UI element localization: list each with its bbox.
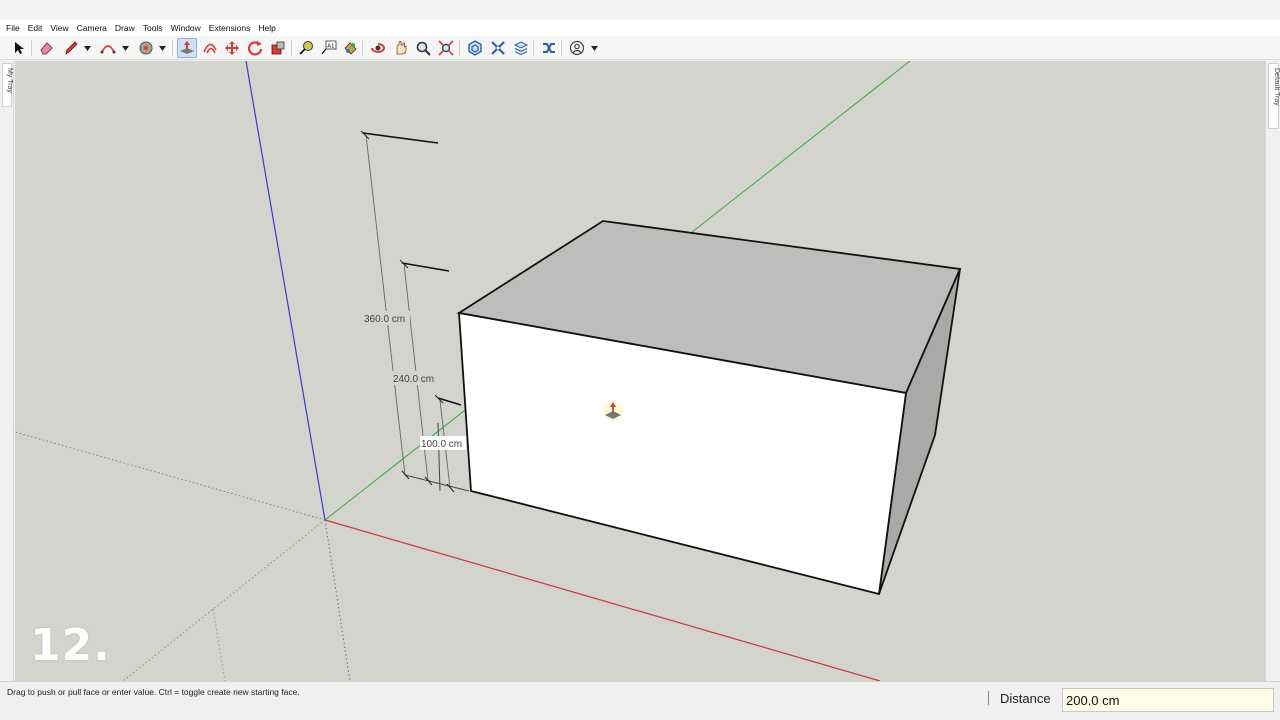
zoom-icon[interactable] <box>413 38 433 58</box>
my-tray-tab[interactable]: My Tray <box>2 63 13 107</box>
zoom-extents-icon[interactable] <box>436 38 456 58</box>
chevron-down-icon[interactable] <box>158 38 166 58</box>
pan-icon[interactable] <box>391 38 411 58</box>
pencil-icon[interactable] <box>61 38 81 58</box>
menu-help[interactable]: Help <box>254 20 279 36</box>
account-icon[interactable] <box>567 38 587 58</box>
dimension-tick <box>362 132 439 144</box>
measurements-separator <box>988 691 989 705</box>
styles-icon[interactable] <box>511 38 531 58</box>
arc-icon[interactable] <box>98 38 118 58</box>
layers-icon[interactable] <box>539 38 559 58</box>
toolbar-separator <box>291 40 292 56</box>
dimension-label-240: 240.0 cm <box>393 374 434 385</box>
menu-bar: File Edit View Camera Draw Tools Window … <box>0 20 1280 36</box>
my-tray-label: My Tray <box>6 68 13 93</box>
measurements-input[interactable] <box>1062 688 1274 712</box>
menu-camera[interactable]: Camera <box>73 20 111 36</box>
paint-bucket-icon[interactable] <box>340 38 360 58</box>
toolbar-separator <box>533 40 534 56</box>
chevron-down-icon[interactable] <box>121 38 129 58</box>
toolbar-separator <box>172 40 173 56</box>
default-tray-label: Default Tray <box>1273 68 1280 106</box>
menu-file[interactable]: File <box>2 20 24 36</box>
main-toolbar: A1 <box>0 36 1280 60</box>
dimension-tick <box>401 262 450 272</box>
svg-text:A1: A1 <box>327 44 334 50</box>
measurements-label: Distance <box>1000 691 1051 706</box>
right-tray-panel: Default Tray <box>1265 61 1280 681</box>
shapes-icon[interactable] <box>136 38 156 58</box>
push-pull-cursor-icon <box>603 401 623 421</box>
dimension-baseline <box>404 474 470 492</box>
guide-line <box>212 608 226 681</box>
toolbar-separator <box>31 40 32 56</box>
dimension-line-360 <box>365 134 406 476</box>
move-icon[interactable] <box>222 38 242 58</box>
materials-icon[interactable] <box>488 38 508 58</box>
menu-tools[interactable]: Tools <box>139 20 167 36</box>
model-viewport[interactable]: 360.0 cm 240.0 cm 100.0 cm <box>15 61 1265 681</box>
orbit-icon[interactable] <box>368 38 388 58</box>
menu-extensions[interactable]: Extensions <box>205 20 255 36</box>
menu-window[interactable]: Window <box>167 20 205 36</box>
toolbar-separator <box>561 40 562 56</box>
default-tray-tab[interactable]: Default Tray <box>1268 63 1280 129</box>
status-hint-text: Drag to push or pull face or enter value… <box>7 687 300 697</box>
dimension-extension <box>437 422 441 492</box>
status-bar: Drag to push or pull face or enter value… <box>0 681 1280 720</box>
red-axis-negative <box>15 431 326 521</box>
left-tray-panel: My Tray <box>0 61 14 681</box>
title-bar <box>0 0 1280 20</box>
dimension-label-360: 360.0 cm <box>364 314 405 325</box>
toolbar-separator <box>362 40 363 56</box>
chevron-down-icon[interactable] <box>83 38 91 58</box>
blue-axis-negative <box>324 519 351 681</box>
eraser-icon[interactable] <box>36 38 56 58</box>
3d-scene[interactable]: 360.0 cm 240.0 cm 100.0 cm <box>15 61 1265 681</box>
toolbar-separator <box>459 40 460 56</box>
menu-view[interactable]: View <box>46 20 72 36</box>
menu-edit[interactable]: Edit <box>24 20 47 36</box>
offset-icon[interactable] <box>200 38 220 58</box>
blue-axis <box>245 61 326 521</box>
components-icon[interactable] <box>465 38 485 58</box>
dimension-label-100: 100.0 cm <box>421 439 462 450</box>
text-icon[interactable]: A1 <box>319 38 339 58</box>
chevron-down-icon[interactable] <box>590 38 598 58</box>
menu-draw[interactable]: Draw <box>111 20 139 36</box>
select-tool-icon[interactable] <box>9 38 29 58</box>
green-axis-negative <box>122 519 326 681</box>
step-number: 12. <box>30 620 111 671</box>
rotate-icon[interactable] <box>245 38 265 58</box>
tape-measure-icon[interactable] <box>296 38 316 58</box>
push-pull-icon[interactable] <box>177 38 197 58</box>
scale-icon[interactable] <box>268 38 288 58</box>
